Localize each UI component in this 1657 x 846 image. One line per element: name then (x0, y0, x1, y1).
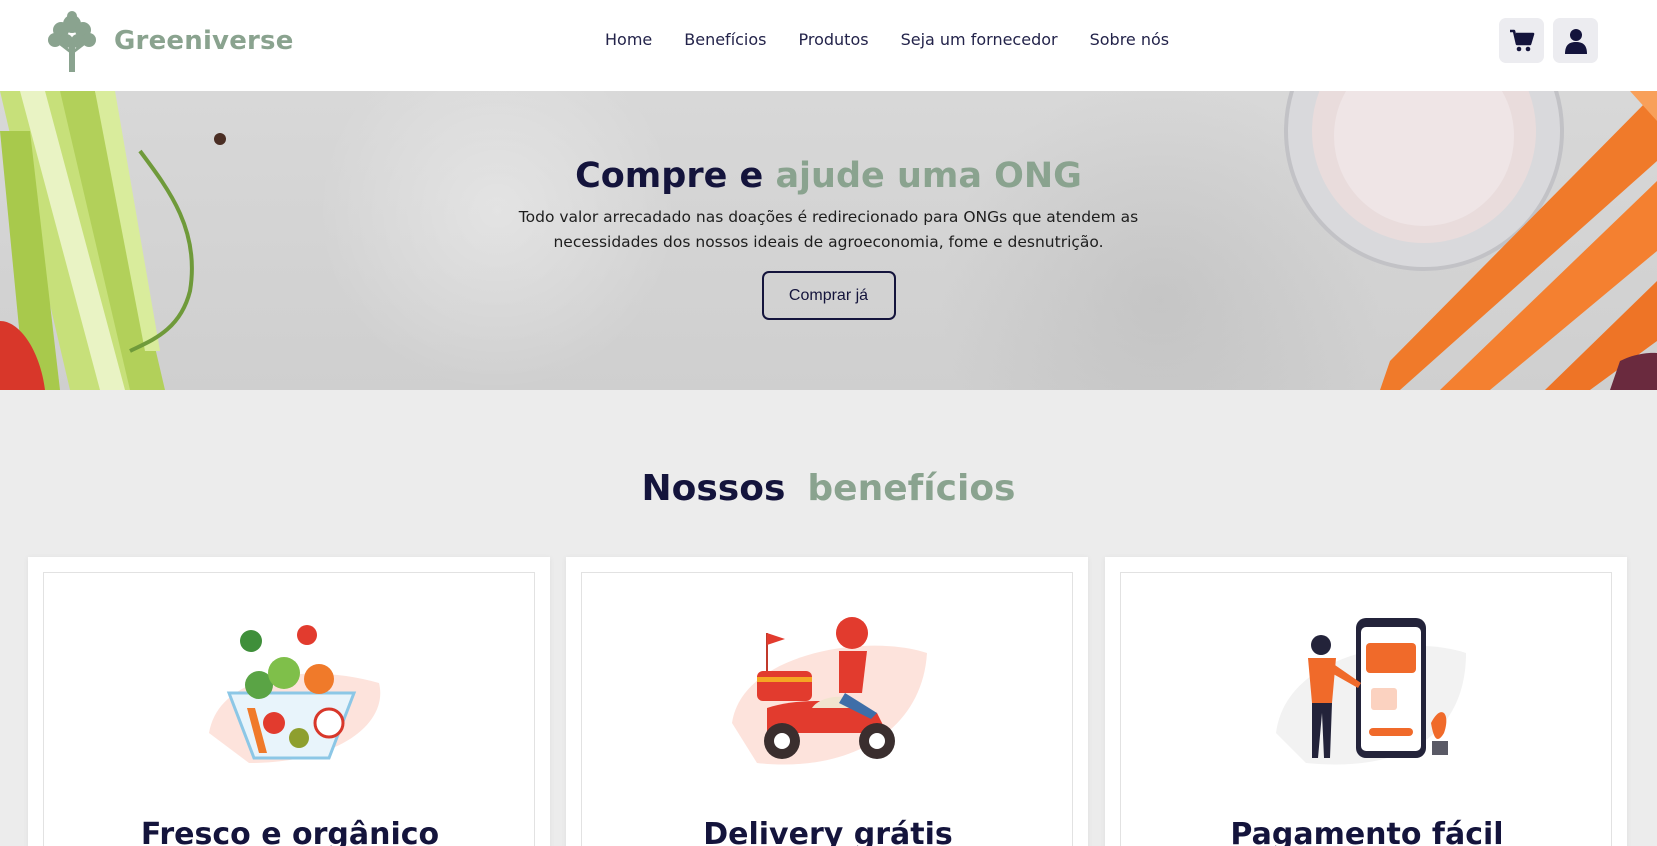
cart-button[interactable] (1499, 18, 1544, 63)
benefits-title-part1: Nossos (641, 468, 786, 509)
hero-content: Compre e ajude uma ONG Todo valor arreca… (0, 91, 1657, 320)
nav-home[interactable]: Home (605, 30, 652, 49)
scooter-delivery-illustration (732, 617, 927, 765)
hero-description: Todo valor arrecadado nas doações é redi… (518, 208, 1139, 251)
cart-icon (1509, 29, 1534, 51)
hero-banner: Compre e ajude uma ONG Todo valor arreca… (0, 91, 1657, 390)
nav-sobre[interactable]: Sobre nós (1090, 30, 1170, 49)
benefits-title: Nossos benefícios (0, 468, 1657, 509)
hero-title-part2: ajude uma ONG (775, 156, 1082, 196)
benefit-card-payment: Pagamento fácil (1105, 557, 1627, 846)
main-nav: Home Benefícios Produtos Seja um fornece… (605, 30, 1201, 49)
vegetable-bowl-illustration (209, 625, 381, 763)
brand[interactable]: Greeniverse (44, 10, 294, 72)
benefit-card-title: Delivery grátis (703, 817, 953, 846)
benefit-card-title: Fresco e orgânico (140, 817, 440, 846)
benefit-card-border: Delivery grátis (581, 572, 1073, 846)
hero-title-part1: Compre e (575, 156, 764, 196)
benefit-card-fresh: Fresco e orgânico (28, 557, 550, 846)
nav-produtos[interactable]: Produtos (799, 30, 869, 49)
brand-name: Greeniverse (114, 26, 294, 56)
benefit-card-border: Pagamento fácil (1120, 572, 1612, 846)
buy-now-button[interactable]: Comprar já (761, 271, 896, 320)
site-header: Greeniverse Home Benefícios Produtos Sej… (0, 0, 1657, 91)
hero-title: Compre e ajude uma ONG (0, 155, 1657, 197)
benefits-title-part2: benefícios (807, 468, 1016, 509)
benefit-card-border: Fresco e orgânico (43, 572, 535, 846)
user-icon (1564, 28, 1587, 54)
mobile-payment-illustration (1276, 618, 1466, 765)
nav-fornecedor[interactable]: Seja um fornecedor (901, 30, 1058, 49)
nav-beneficios[interactable]: Benefícios (684, 30, 766, 49)
tree-icon (48, 11, 96, 72)
benefit-card-delivery: Delivery grátis (566, 557, 1088, 846)
user-button[interactable] (1553, 18, 1598, 63)
benefit-card-title: Pagamento fácil (1230, 817, 1504, 846)
